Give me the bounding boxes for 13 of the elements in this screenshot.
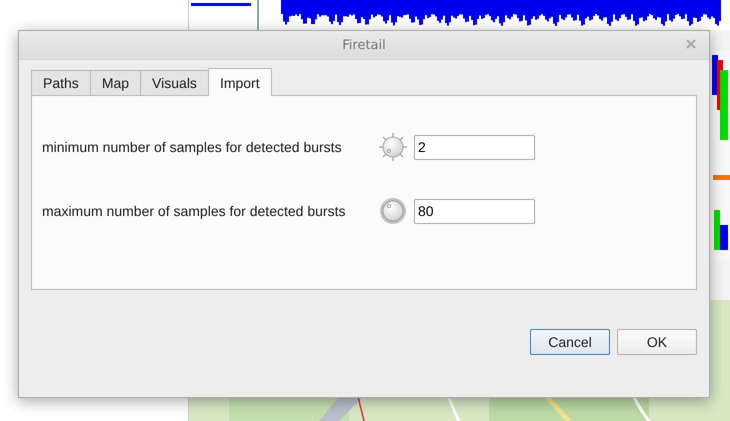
tab[interactable]: Visuals	[140, 70, 209, 95]
number-field[interactable]: 80	[414, 198, 535, 224]
dialog-button[interactable]: OK	[617, 329, 697, 355]
tab[interactable]: Map	[90, 70, 142, 95]
window-title: Firetail	[342, 38, 386, 52]
tab[interactable]: Import	[208, 68, 272, 96]
setting-label: maximum number of samples for detected bursts	[42, 203, 346, 219]
dialog-button[interactable]: Cancel	[530, 329, 610, 355]
tab[interactable]: Paths	[31, 70, 91, 95]
number-field[interactable]: 2	[414, 134, 535, 160]
setting-label: minimum number of samples for detected bursts	[42, 139, 343, 155]
dial[interactable]	[378, 132, 408, 162]
dial[interactable]	[378, 196, 408, 226]
